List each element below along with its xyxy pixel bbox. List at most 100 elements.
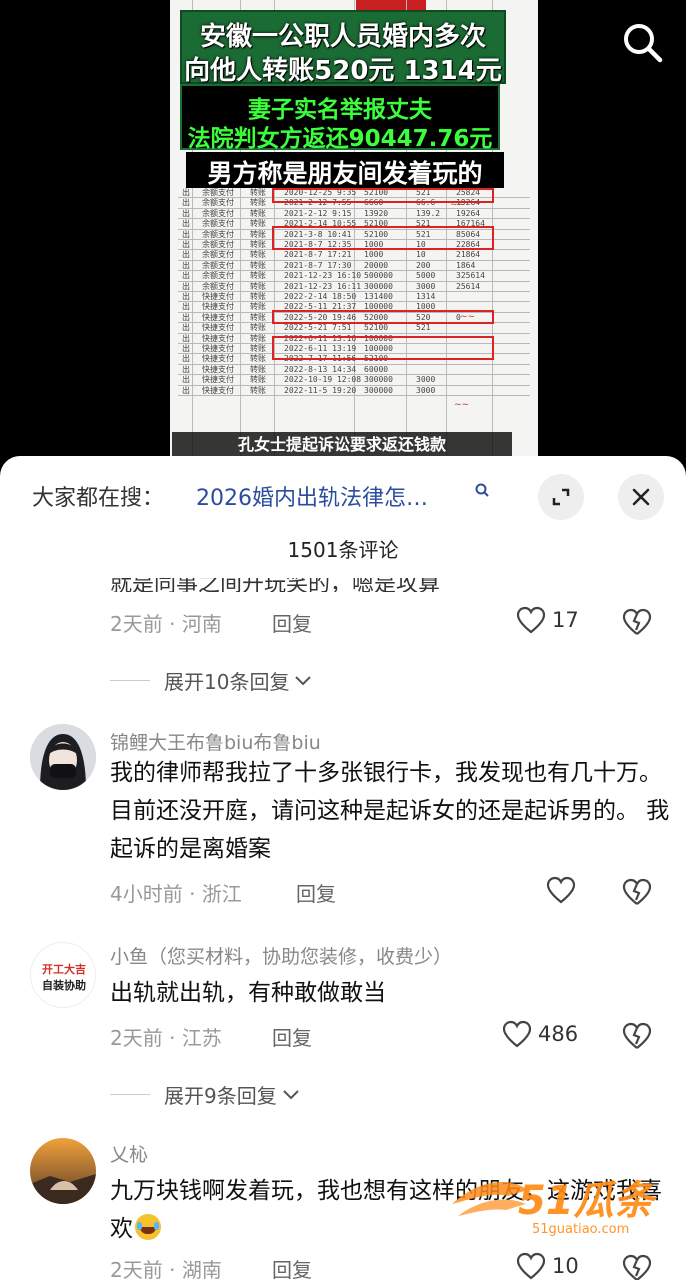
- highlight-box: [272, 336, 494, 360]
- reply-button[interactable]: 回复: [272, 1254, 312, 1280]
- statement-cell-amount: 1000: [364, 250, 384, 260]
- statement-cell-balance: 21864: [456, 250, 481, 260]
- statement-cell-method: 余额支付: [202, 229, 234, 239]
- avatar[interactable]: 开工大吉 自装协助: [30, 942, 96, 1008]
- search-icon[interactable]: [474, 482, 490, 498]
- statement-row: 出 余额支付 转账 2021-8-7 17:30 20000 200 1864: [178, 260, 530, 272]
- statement-cell-type: 转账: [250, 385, 266, 395]
- statement-cell-dir: 出: [182, 364, 190, 374]
- statement-cell-method: 快捷支付: [202, 312, 234, 322]
- reply-button[interactable]: 回复: [272, 608, 312, 637]
- statement-cell-amount: 52100: [364, 323, 389, 333]
- like-button[interactable]: 17: [516, 606, 579, 634]
- heart-icon: [516, 1252, 546, 1280]
- statement-cell-unit: 3000: [416, 385, 436, 395]
- statement-cell-method: 余额支付: [202, 208, 234, 218]
- expand-replies-button[interactable]: 展开10条回复: [110, 666, 313, 695]
- search-icon[interactable]: [620, 20, 664, 64]
- comment-time: 2天前 · 江苏: [110, 1026, 222, 1050]
- statement-cell-method: 余额支付: [202, 281, 234, 291]
- headline-line-1: 安徽一公职人员婚内多次: [199, 22, 486, 52]
- statement-cell-amount: 500000: [364, 271, 393, 281]
- statement-cell-amount: 131400: [364, 292, 393, 301]
- close-icon[interactable]: [618, 474, 664, 520]
- statement-cell-dir: 出: [182, 208, 190, 218]
- dislike-button[interactable]: [622, 878, 652, 910]
- suggested-search-bar[interactable]: 大家都在搜： 2026婚内出轨法律怎…: [0, 456, 686, 536]
- statement-cell-method: 余额支付: [202, 260, 234, 270]
- statement-row: 出 快捷支付 转账 2022-5-21 7:51 52100 521: [178, 323, 530, 334]
- statement-cell-method: 快捷支付: [202, 364, 234, 374]
- comment-author[interactable]: 小鱼（您买材料，协助您装修，收费少）: [110, 942, 452, 969]
- avatar-text: 自装协助: [42, 979, 86, 992]
- reply-button[interactable]: 回复: [272, 1022, 312, 1051]
- statement-cell-unit: 139.2: [416, 208, 441, 218]
- news-logo: [356, 0, 426, 10]
- subtitle-box: 男方称是朋友间发着玩的: [186, 152, 504, 188]
- statement-cell-dir: 出: [182, 271, 190, 281]
- search-prefix-label: 大家都在搜：: [32, 486, 165, 511]
- statement-cell-method: 余额支付: [202, 240, 234, 249]
- heart-icon: [502, 1020, 532, 1048]
- statement-cell-type: 转账: [250, 354, 266, 364]
- expand-icon[interactable]: [538, 474, 584, 520]
- statement-cell-method: 快捷支付: [202, 385, 234, 395]
- statement-cell-type: 转账: [250, 271, 266, 281]
- comment-count: 1501条评论: [287, 538, 399, 562]
- statement-cell-type: 转账: [250, 344, 266, 353]
- like-count: 486: [538, 1022, 579, 1046]
- statement-cell-balance: 25614: [456, 281, 481, 291]
- dislike-button[interactable]: [622, 1022, 652, 1054]
- comment-text: 出轨就出轨，有种敢做敢当: [110, 980, 386, 1006]
- statement-cell-type: 转账: [250, 364, 266, 374]
- statement-cell-amount: 13920: [364, 208, 389, 218]
- statement-row: 出 快捷支付 转账 2022-10-19 12:08 300000 3000: [178, 375, 530, 386]
- avatar[interactable]: [30, 724, 96, 790]
- statement-row: 出 余额支付 转账 2021-12-23 16:10 500000 5000 325614: [178, 271, 530, 282]
- statement-cell-type: 转账: [250, 229, 266, 239]
- video-player[interactable]: 出余额支付 转账 2020-12-25 9:35 52100 521 25824 出余额支付…: [0, 0, 686, 460]
- dislike-button[interactable]: [622, 608, 652, 640]
- suggested-search-link[interactable]: 2026婚内出轨法律怎…: [196, 480, 428, 512]
- statement-cell-time: 2022-2-14 18:50: [284, 292, 357, 301]
- statement-cell-dir: 出: [182, 302, 190, 312]
- statement-cell-dir: 出: [182, 260, 190, 270]
- comment-time: 2天前 · 河南: [110, 612, 222, 636]
- like-button[interactable]: 486: [502, 1020, 578, 1048]
- statement-cell-method: 余额支付: [202, 219, 234, 229]
- watermark-url: 51guatiao.com: [532, 1222, 630, 1237]
- statement-cell-dir: 出: [182, 281, 190, 291]
- statement-cell-amount: 300000: [364, 375, 393, 385]
- statement-row: 出 余额支付 转账 2021-8-7 17:21 1000 10 21864: [178, 250, 530, 261]
- reply-button[interactable]: 回复: [296, 878, 336, 907]
- comment-author[interactable]: 锦鲤大王布鲁biu布鲁biu: [110, 728, 321, 755]
- like-button[interactable]: 10: [516, 1252, 579, 1280]
- video-caption: 孔女士提起诉讼要求返还钱款: [172, 432, 512, 458]
- statement-cell-dir: 出: [182, 312, 190, 322]
- statement-row: 出 快捷支付 转账 2022-8-13 14:34 60000: [178, 364, 530, 376]
- comment-sheet: 大家都在搜： 2026婚内出轨法律怎… 1501条评论 就是同事之间开玩笑的，嗯…: [0, 456, 686, 1280]
- statement-cell-type: 转账: [250, 208, 266, 218]
- statement-cell-dir: 出: [182, 323, 190, 333]
- avatar[interactable]: [30, 1138, 96, 1204]
- statement-cell-time: 2022-8-13 14:34: [284, 364, 357, 374]
- like-count: 10: [552, 1254, 579, 1278]
- statement-cell-type: 转账: [250, 302, 266, 312]
- statement-cell-unit: 1314: [416, 292, 436, 301]
- statement-cell-unit: 5000: [416, 271, 436, 281]
- statement-cell-method: 快捷支付: [202, 292, 234, 301]
- avatar-text: 开工大吉: [42, 963, 86, 976]
- broken-heart-icon: [622, 1254, 652, 1280]
- statement-cell-amount: 300000: [364, 281, 393, 291]
- statement-cell-method: 余额支付: [202, 250, 234, 260]
- statement-cell-type: 转账: [250, 198, 266, 208]
- expand-replies-button[interactable]: 展开9条回复: [110, 1080, 301, 1109]
- statement-cell-type: 转账: [250, 312, 266, 322]
- dislike-button[interactable]: [622, 1254, 652, 1280]
- comment-author[interactable]: 乂杺: [110, 1140, 148, 1167]
- like-button[interactable]: [546, 876, 582, 904]
- broken-heart-icon: [622, 878, 652, 905]
- statement-cell-type: 转账: [250, 219, 266, 229]
- statement-cell-dir: 出: [182, 240, 190, 249]
- statement-cell-time: 2021-12-23 16:10: [284, 271, 362, 281]
